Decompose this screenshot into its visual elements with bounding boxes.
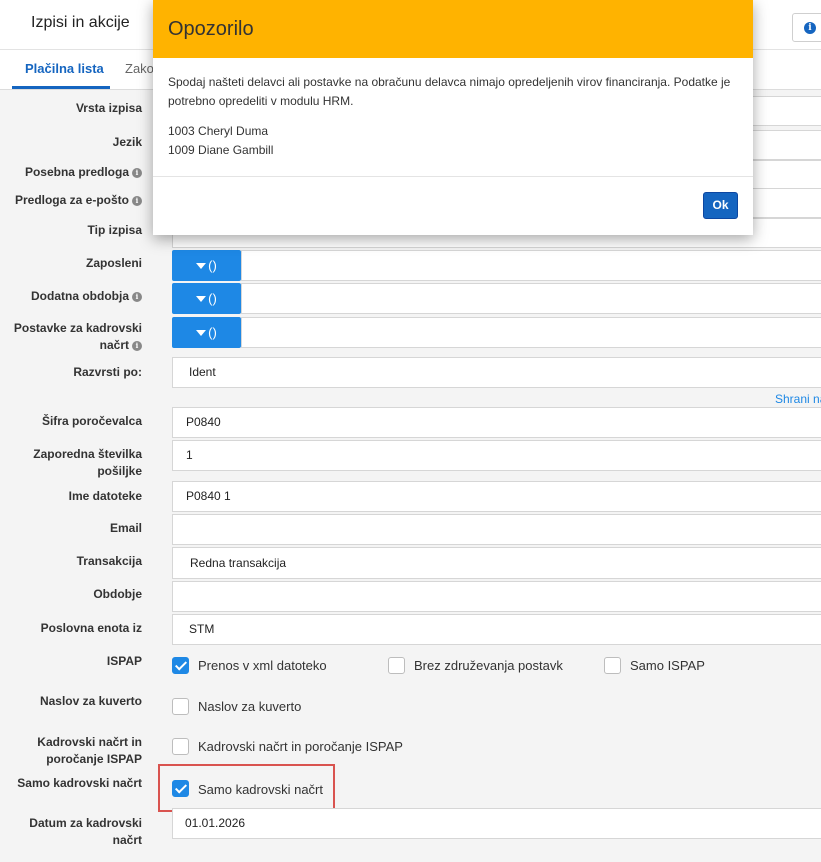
info-circle-icon: i	[804, 22, 816, 34]
label-transakcija: Transakcija	[76, 554, 142, 568]
datum-kadrovski-input[interactable]: 01.01.2026	[172, 808, 821, 839]
page-title: Izpisi in akcije	[31, 14, 130, 31]
label-posebna-predloga: Posebna predloga i	[0, 164, 142, 181]
prenos-xml-label: Prenos v xml datoteko	[198, 658, 327, 673]
label-datum-kadrovski: Datum za kadrovski načrt	[29, 816, 142, 847]
samo-ispap-checkbox[interactable]	[604, 657, 621, 674]
label-ime-datoteke: Ime datoteke	[68, 489, 142, 503]
label-zaposleni: Zaposleni	[85, 256, 142, 270]
label-tip-izpisa: Tip izpisa	[87, 223, 142, 237]
warning-dialog: Opozorilo Spodaj našteti delavci ali pos…	[153, 0, 753, 235]
employee-item: 1009 Diane Gambill	[168, 143, 274, 157]
label-naslov-kuverto: Naslov za kuverto	[39, 694, 142, 708]
naslov-kuverto-checkbox[interactable]	[172, 698, 189, 715]
obdobje-select[interactable]	[172, 581, 821, 612]
label-zaporedna-stevilka: Zaporedna številka pošiljke	[33, 447, 142, 478]
dodatna-obdobja-filter-field[interactable]	[241, 283, 821, 314]
label-vrsta-izpisa: Vrsta izpisa	[75, 101, 142, 115]
label-kadrovski-ispap: Kadrovski načrt in poročanje ISPAP	[37, 735, 142, 766]
label-obdobje: Obdobje	[93, 587, 142, 601]
prenos-xml-checkbox[interactable]	[172, 657, 189, 674]
poslovna-enota-select[interactable]: STM	[172, 614, 821, 645]
brez-zdruzevanja-label: Brez združevanja postavk	[414, 658, 563, 673]
sifra-porocevalca-input[interactable]: P0840	[172, 407, 821, 438]
info-icon: i	[132, 291, 142, 302]
dialog-message: Spodaj našteti delavci ali postavke na o…	[168, 75, 731, 108]
label-ispap: ISPAP	[106, 654, 142, 668]
dodatna-obdobja-filter-count: ()	[208, 291, 217, 306]
label-samo-kadrovski: Samo kadrovski načrt	[17, 776, 142, 790]
info-icon: i	[132, 167, 142, 178]
zaposleni-filter-button[interactable]: ()	[172, 250, 241, 281]
naslov-kuverto-checkbox-label: Naslov za kuverto	[198, 699, 302, 714]
filter-icon	[196, 329, 207, 336]
tab-zakon[interactable]: Zako	[125, 61, 154, 76]
postavke-filter-button[interactable]: ()	[172, 317, 241, 348]
info-button[interactable]: i	[792, 13, 821, 42]
postavke-filter-count: ()	[208, 325, 217, 340]
label-jezik: Jezik	[112, 135, 142, 149]
tab-placilna-lista[interactable]: Plačilna lista	[25, 61, 104, 76]
samo-ispap-label: Samo ISPAP	[630, 658, 705, 673]
label-poslovna-enota: Poslovna enota iz	[40, 621, 142, 635]
email-input[interactable]	[172, 514, 821, 545]
filter-icon	[196, 295, 207, 302]
dialog-title: Opozorilo	[168, 18, 254, 40]
highlight-box	[158, 764, 335, 812]
kadrovski-ispap-checkbox[interactable]	[172, 738, 189, 755]
active-tab-indicator	[12, 86, 110, 89]
ime-datoteke-input[interactable]: P0840 1	[172, 481, 821, 512]
info-icon: i	[132, 195, 142, 206]
info-icon: i	[132, 340, 142, 351]
label-postavke: Postavke za kadrovski načrt i	[13, 321, 142, 352]
label-dodatna-obdobja: Dodatna obdobja i	[0, 288, 142, 305]
dialog-divider	[153, 176, 753, 177]
label-razvrsti-po: Razvrsti po:	[73, 365, 142, 379]
dodatna-obdobja-filter-button[interactable]: ()	[172, 283, 241, 314]
ok-button[interactable]: Ok	[703, 192, 738, 219]
employee-item: 1003 Cheryl Duma	[168, 124, 269, 138]
razvrsti-po-select[interactable]: Ident	[172, 357, 821, 388]
label-sifra-porocevalca: Šifra poročevalca	[41, 414, 142, 428]
label-email: Email	[109, 521, 142, 535]
zaporedna-stevilka-input[interactable]: 1	[172, 440, 821, 471]
dialog-header: Opozorilo	[153, 0, 753, 58]
zaposleni-filter-count: ()	[208, 258, 217, 273]
transakcija-select[interactable]: Redna transakcija	[172, 547, 821, 579]
kadrovski-ispap-checkbox-label: Kadrovski načrt in poročanje ISPAP	[198, 739, 403, 754]
postavke-filter-field[interactable]	[241, 317, 821, 348]
brez-zdruzevanja-checkbox[interactable]	[388, 657, 405, 674]
filter-icon	[196, 262, 207, 269]
label-predloga-eposta: Predloga za e-pošto i	[0, 192, 142, 209]
shrani-link[interactable]: Shrani na	[775, 392, 821, 406]
zaposleni-filter-field[interactable]	[241, 250, 821, 281]
